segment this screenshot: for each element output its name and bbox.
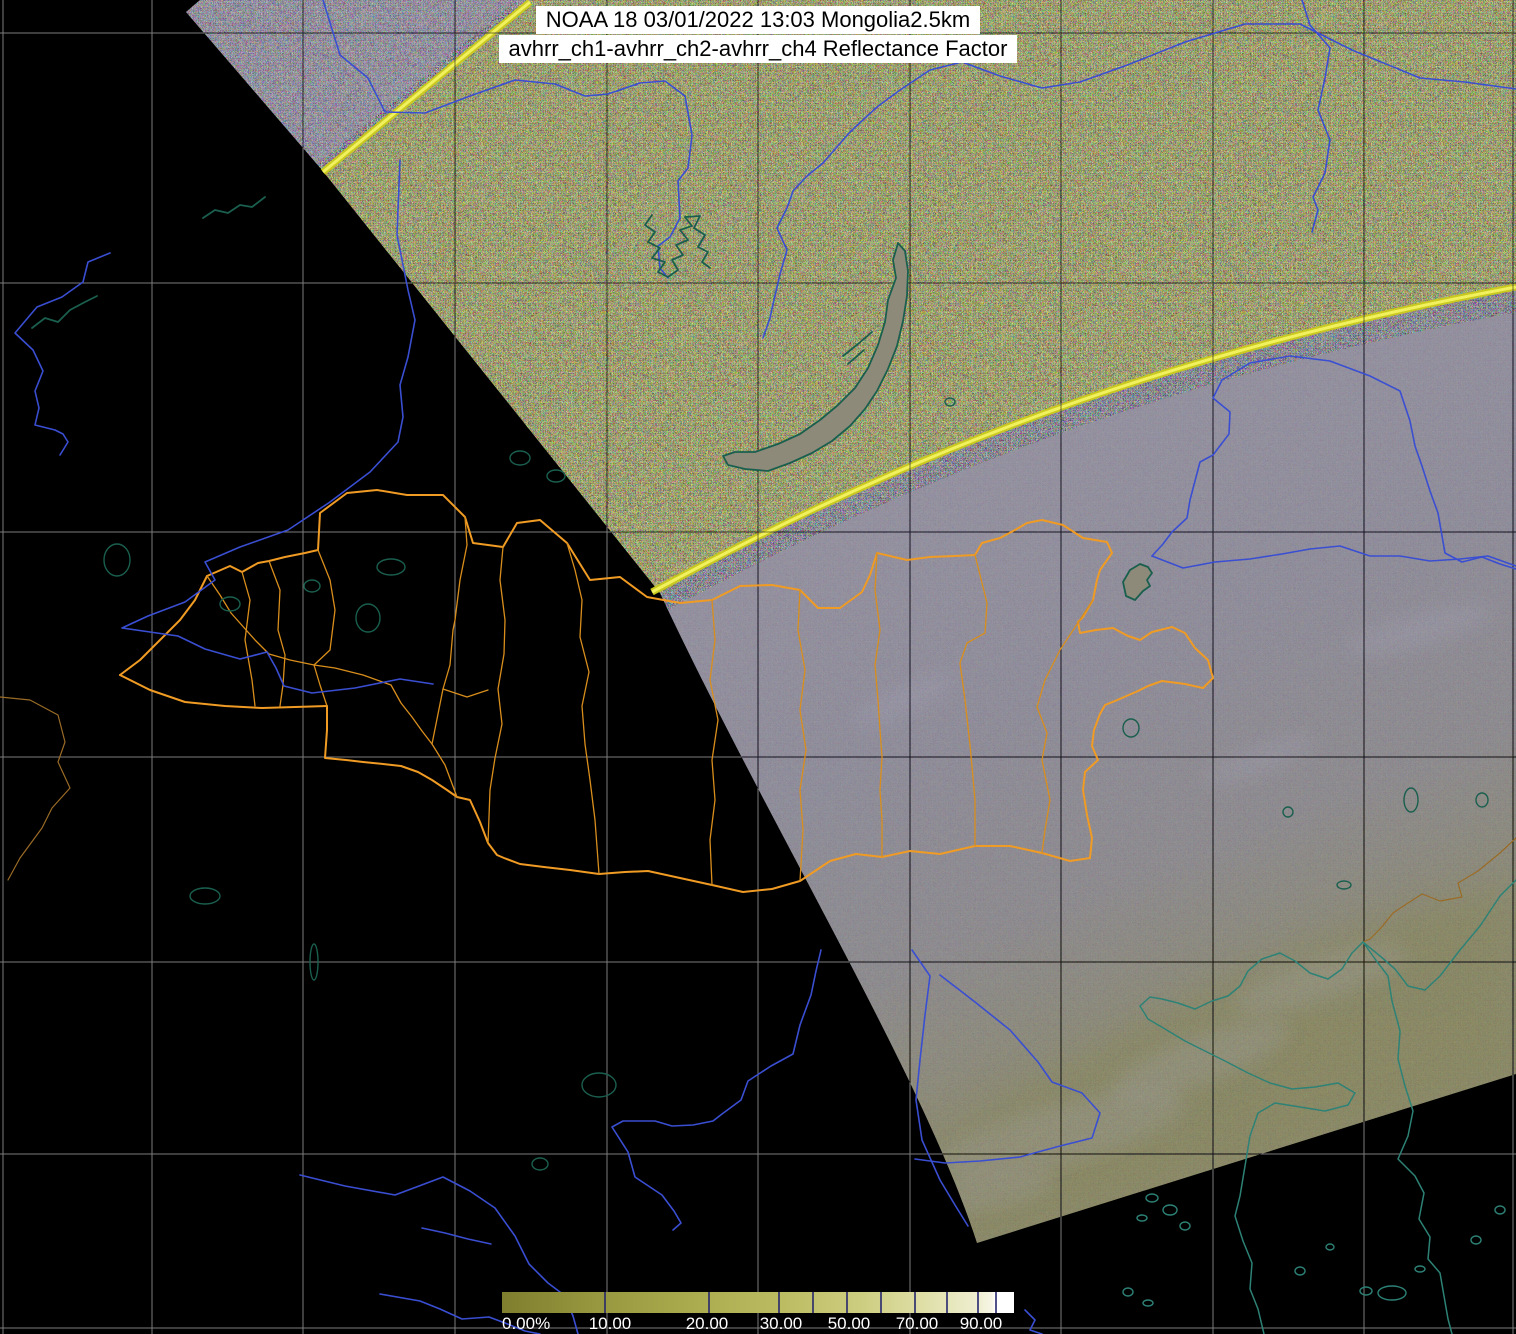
satellite-image-viewport: 0.00% 10.00 20.00 30.00 50.00 70.00 90.00 NOAA… bbox=[0, 0, 1516, 1334]
colorbar-label: 70.00 bbox=[896, 1314, 939, 1333]
title-line-2: avhrr_ch1-avhrr_ch2-avhrr_ch4 Reflectanc… bbox=[498, 35, 1018, 63]
colorbar-label: 30.00 bbox=[760, 1314, 803, 1333]
colorbar-label: 0.00% bbox=[502, 1314, 550, 1333]
colorbar-gradient-bar bbox=[502, 1292, 1014, 1313]
image-title-block: NOAA 18 03/01/2022 13:03 Mongolia2.5km a… bbox=[0, 6, 1516, 63]
colorbar-label: 90.00 bbox=[960, 1314, 1003, 1333]
title-line-1: NOAA 18 03/01/2022 13:03 Mongolia2.5km bbox=[535, 6, 981, 34]
colorbar-label: 50.00 bbox=[828, 1314, 871, 1333]
colorbar-label: 10.00 bbox=[589, 1314, 632, 1333]
colorbar-label: 20.00 bbox=[686, 1314, 729, 1333]
satellite-map-image: 0.00% 10.00 20.00 30.00 50.00 70.00 90.00 bbox=[0, 0, 1516, 1334]
